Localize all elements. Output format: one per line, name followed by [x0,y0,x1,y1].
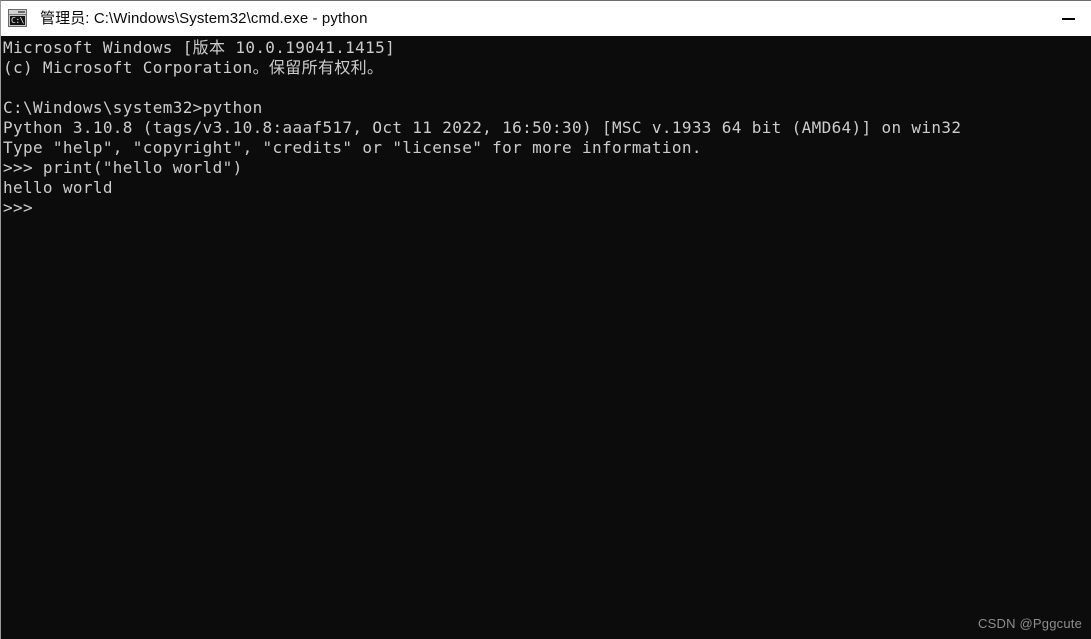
console-line: >>> [3,198,43,217]
minimize-button[interactable] [1045,1,1091,36]
console-line: Microsoft Windows [版本 10.0.19041.1415] [3,38,396,57]
console-line: Python 3.10.8 (tags/v3.10.8:aaaf517, Oct… [3,118,962,137]
console-line: hello world [3,178,113,197]
cmd-icon-titlebar [9,10,26,15]
cmd-icon: C:\. [8,9,27,27]
title-bar[interactable]: C:\. 管理员: C:\Windows\System32\cmd.exe - … [1,1,1091,36]
console-line: C:\Windows\system32>python [3,98,263,117]
watermark: CSDN @Pggcute [978,616,1082,631]
console-lines: Microsoft Windows [版本 10.0.19041.1415] (c… [3,38,1091,218]
console-line: (c) Microsoft Corporation。保留所有权利。 [3,58,384,77]
console-output-area[interactable]: Microsoft Windows [版本 10.0.19041.1415] (c… [1,36,1091,639]
console-line: >>> print("hello world") [3,158,243,177]
window-controls [1045,1,1091,36]
cmd-window: C:\. 管理员: C:\Windows\System32\cmd.exe - … [0,0,1091,639]
window-title: 管理员: C:\Windows\System32\cmd.exe - pytho… [40,10,368,27]
console-line: Type "help", "copyright", "credits" or "… [3,138,702,157]
cmd-icon-prompt: C:\. [10,16,25,25]
minimize-icon [1061,17,1075,20]
